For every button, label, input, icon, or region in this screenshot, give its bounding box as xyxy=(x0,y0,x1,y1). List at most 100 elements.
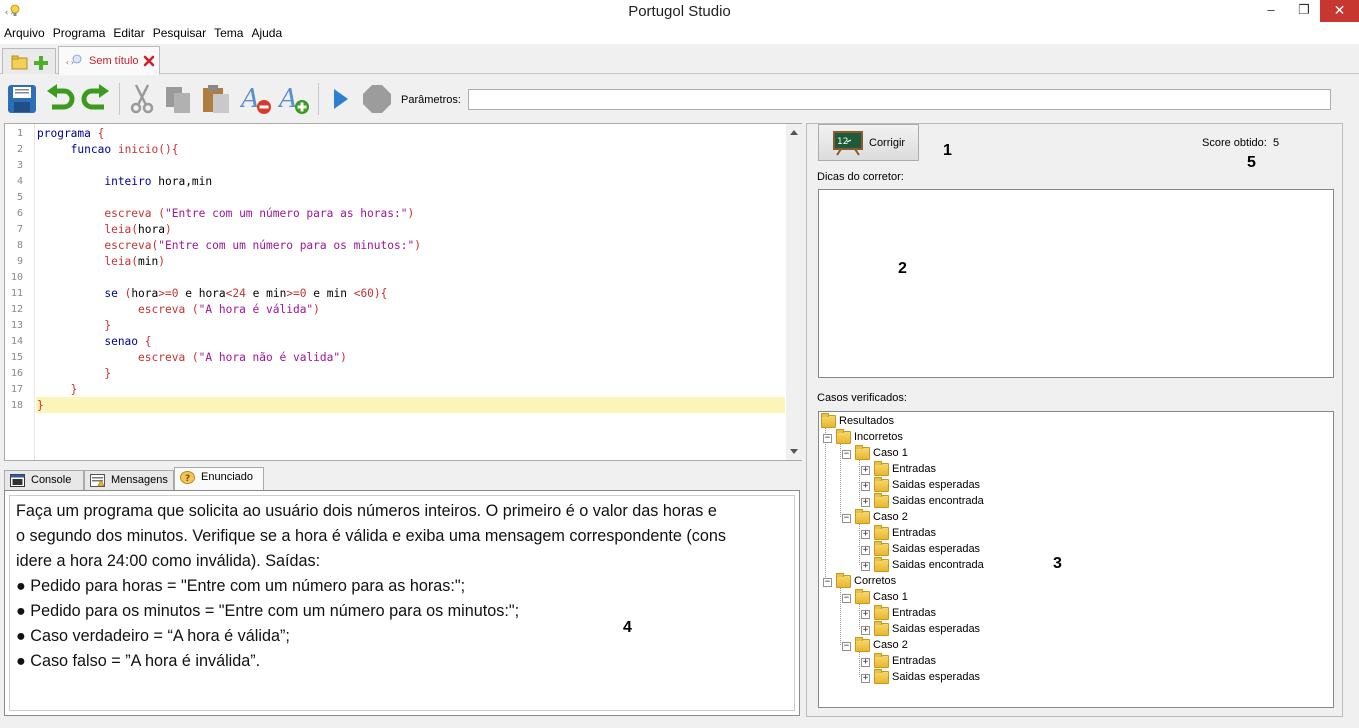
code-line[interactable]: escreva ("A hora é válida") xyxy=(37,303,320,316)
menu-ajuda[interactable]: Ajuda xyxy=(247,24,286,42)
collapse-icon[interactable]: − xyxy=(842,514,851,523)
save-icon[interactable] xyxy=(6,83,38,115)
close-button[interactable]: ✕ xyxy=(1320,0,1359,22)
expand-icon[interactable]: + xyxy=(861,658,870,667)
new-file-tab-button[interactable] xyxy=(2,48,56,74)
code-line[interactable]: se (hora>=0 e hora<24 e min>=0 e min <60… xyxy=(37,287,387,300)
tree-node[interactable]: − Caso 2 xyxy=(842,637,908,653)
code-line[interactable]: } xyxy=(37,367,111,380)
restore-button[interactable]: ❐ xyxy=(1288,0,1320,22)
redo-icon[interactable] xyxy=(80,83,112,115)
tab-mensagens[interactable]: Mensagens xyxy=(84,470,174,491)
code-line[interactable]: senao { xyxy=(37,335,151,348)
expand-icon[interactable]: + xyxy=(861,482,870,491)
line-number: 2 xyxy=(16,144,23,155)
code-token: escreva ( xyxy=(37,207,165,220)
close-tab-icon[interactable] xyxy=(143,55,155,70)
line-number: 1 xyxy=(16,128,23,139)
expand-icon[interactable]: + xyxy=(861,466,870,475)
folder-icon xyxy=(855,445,870,460)
expand-icon[interactable]: + xyxy=(861,610,870,619)
expand-icon[interactable]: + xyxy=(861,626,870,635)
dicas-label: Dicas do corretor: xyxy=(817,171,904,183)
scroll-down-icon[interactable] xyxy=(790,449,798,454)
code-line[interactable]: leia(min) xyxy=(37,255,165,268)
expand-icon[interactable]: + xyxy=(861,674,870,683)
tree-node[interactable]: + Saidas encontrada xyxy=(861,493,984,509)
tree-node[interactable]: − Corretos xyxy=(823,573,896,589)
tree-node[interactable]: − Incorretos xyxy=(823,429,903,445)
menu-programa[interactable]: Programa xyxy=(49,24,110,42)
tree-node[interactable]: − Caso 2 xyxy=(842,509,908,525)
line-number: 15 xyxy=(10,352,23,363)
code-token: min xyxy=(138,255,159,268)
tree-node[interactable]: − Caso 1 xyxy=(842,589,908,605)
results-tree[interactable]: Resultados − Incorretos − Caso 1 + Entradas + Sa… xyxy=(818,411,1334,708)
toolbar-separator xyxy=(318,83,319,115)
params-input[interactable] xyxy=(468,89,1331,110)
copy-icon[interactable] xyxy=(162,83,194,115)
expand-icon[interactable]: + xyxy=(861,498,870,507)
paste-icon[interactable] xyxy=(200,83,232,115)
collapse-icon[interactable]: − xyxy=(842,594,851,603)
tree-node[interactable]: + Entradas xyxy=(861,605,936,621)
tab-console[interactable]: Console xyxy=(4,470,84,491)
code-line[interactable]: inteiro hora,min xyxy=(37,175,212,188)
tree-node[interactable]: + Entradas xyxy=(861,461,936,477)
tree-node[interactable]: − Caso 1 xyxy=(842,445,908,461)
decrease-font-icon[interactable]: A xyxy=(239,83,272,115)
increase-font-icon[interactable]: A xyxy=(277,83,310,115)
menu-editar[interactable]: Editar xyxy=(109,24,148,42)
cut-icon[interactable] xyxy=(126,83,158,115)
code-line[interactable]: escreva ("A hora não é valida") xyxy=(37,351,347,364)
line-number: 16 xyxy=(10,368,23,379)
code-line[interactable]: leia(hora) xyxy=(37,223,171,236)
expand-icon[interactable]: + xyxy=(861,562,870,571)
code-line[interactable]: escreva("Entre com um número para os min… xyxy=(37,239,421,252)
collapse-icon[interactable]: − xyxy=(823,434,832,443)
collapse-icon[interactable]: − xyxy=(823,578,832,587)
minimize-button[interactable]: – xyxy=(1254,0,1288,22)
corrigir-button[interactable]: 12 Corrigir xyxy=(818,124,919,161)
file-lightbulb-icon: ‹› xyxy=(65,53,83,72)
editor-vertical-scrollbar[interactable] xyxy=(786,124,802,460)
tab-sem-titulo[interactable]: ‹› Sem título xyxy=(58,46,160,75)
menu-tema[interactable]: Tema xyxy=(210,24,247,42)
menu-arquivo[interactable]: Arquivo xyxy=(0,24,49,42)
code-line[interactable]: } xyxy=(37,383,78,396)
scroll-up-icon[interactable] xyxy=(790,130,798,135)
code-editor[interactable]: 1 2 3 4 5 6 7 8 9 10 11 12 13 14 15 16 17 18 programa { f… xyxy=(4,123,802,461)
code-line[interactable]: } xyxy=(37,399,44,412)
code-line[interactable]: } xyxy=(37,319,111,332)
undo-icon[interactable] xyxy=(44,83,76,115)
code-line[interactable]: programa { xyxy=(37,127,104,140)
tree-node[interactable]: + Saidas esperadas xyxy=(861,541,980,557)
tab-console-label: Console xyxy=(31,474,72,486)
tree-node-label: Entradas xyxy=(892,655,937,667)
annotation-marker-3: 3 xyxy=(1053,555,1062,572)
code-line[interactable]: funcao inicio(){ xyxy=(37,143,179,156)
tree-node[interactable]: + Saidas esperadas xyxy=(861,669,980,685)
menu-pesquisar[interactable]: Pesquisar xyxy=(149,24,210,42)
tree-node[interactable]: Resultados xyxy=(821,413,894,429)
tree-node[interactable]: + Saidas encontrada xyxy=(861,557,984,573)
collapse-icon[interactable]: − xyxy=(842,642,851,651)
tree-node[interactable]: + Entradas xyxy=(861,653,936,669)
dicas-box[interactable]: 2 xyxy=(818,189,1334,378)
enunciado-line: idere a hora 24:00 como inválida). Saída… xyxy=(16,552,321,570)
folder-icon xyxy=(874,525,889,540)
expand-icon[interactable]: + xyxy=(861,530,870,539)
svg-text:A: A xyxy=(278,84,298,114)
expand-icon[interactable]: + xyxy=(861,546,870,555)
tab-enunciado[interactable]: ? Enunciado xyxy=(174,467,264,491)
run-icon[interactable] xyxy=(325,83,357,115)
collapse-icon[interactable]: − xyxy=(842,450,851,459)
stop-icon[interactable] xyxy=(361,83,393,115)
tree-node[interactable]: + Saidas esperadas xyxy=(861,477,980,493)
toolbar: A A Parâmetros: xyxy=(0,75,1359,123)
code-line[interactable]: escreva ("Entre com um número para as ho… xyxy=(37,207,414,220)
code-token: hora xyxy=(138,223,165,236)
code-token: } xyxy=(37,383,78,396)
tree-node[interactable]: + Saidas esperadas xyxy=(861,621,980,637)
tree-node[interactable]: + Entradas xyxy=(861,525,936,541)
